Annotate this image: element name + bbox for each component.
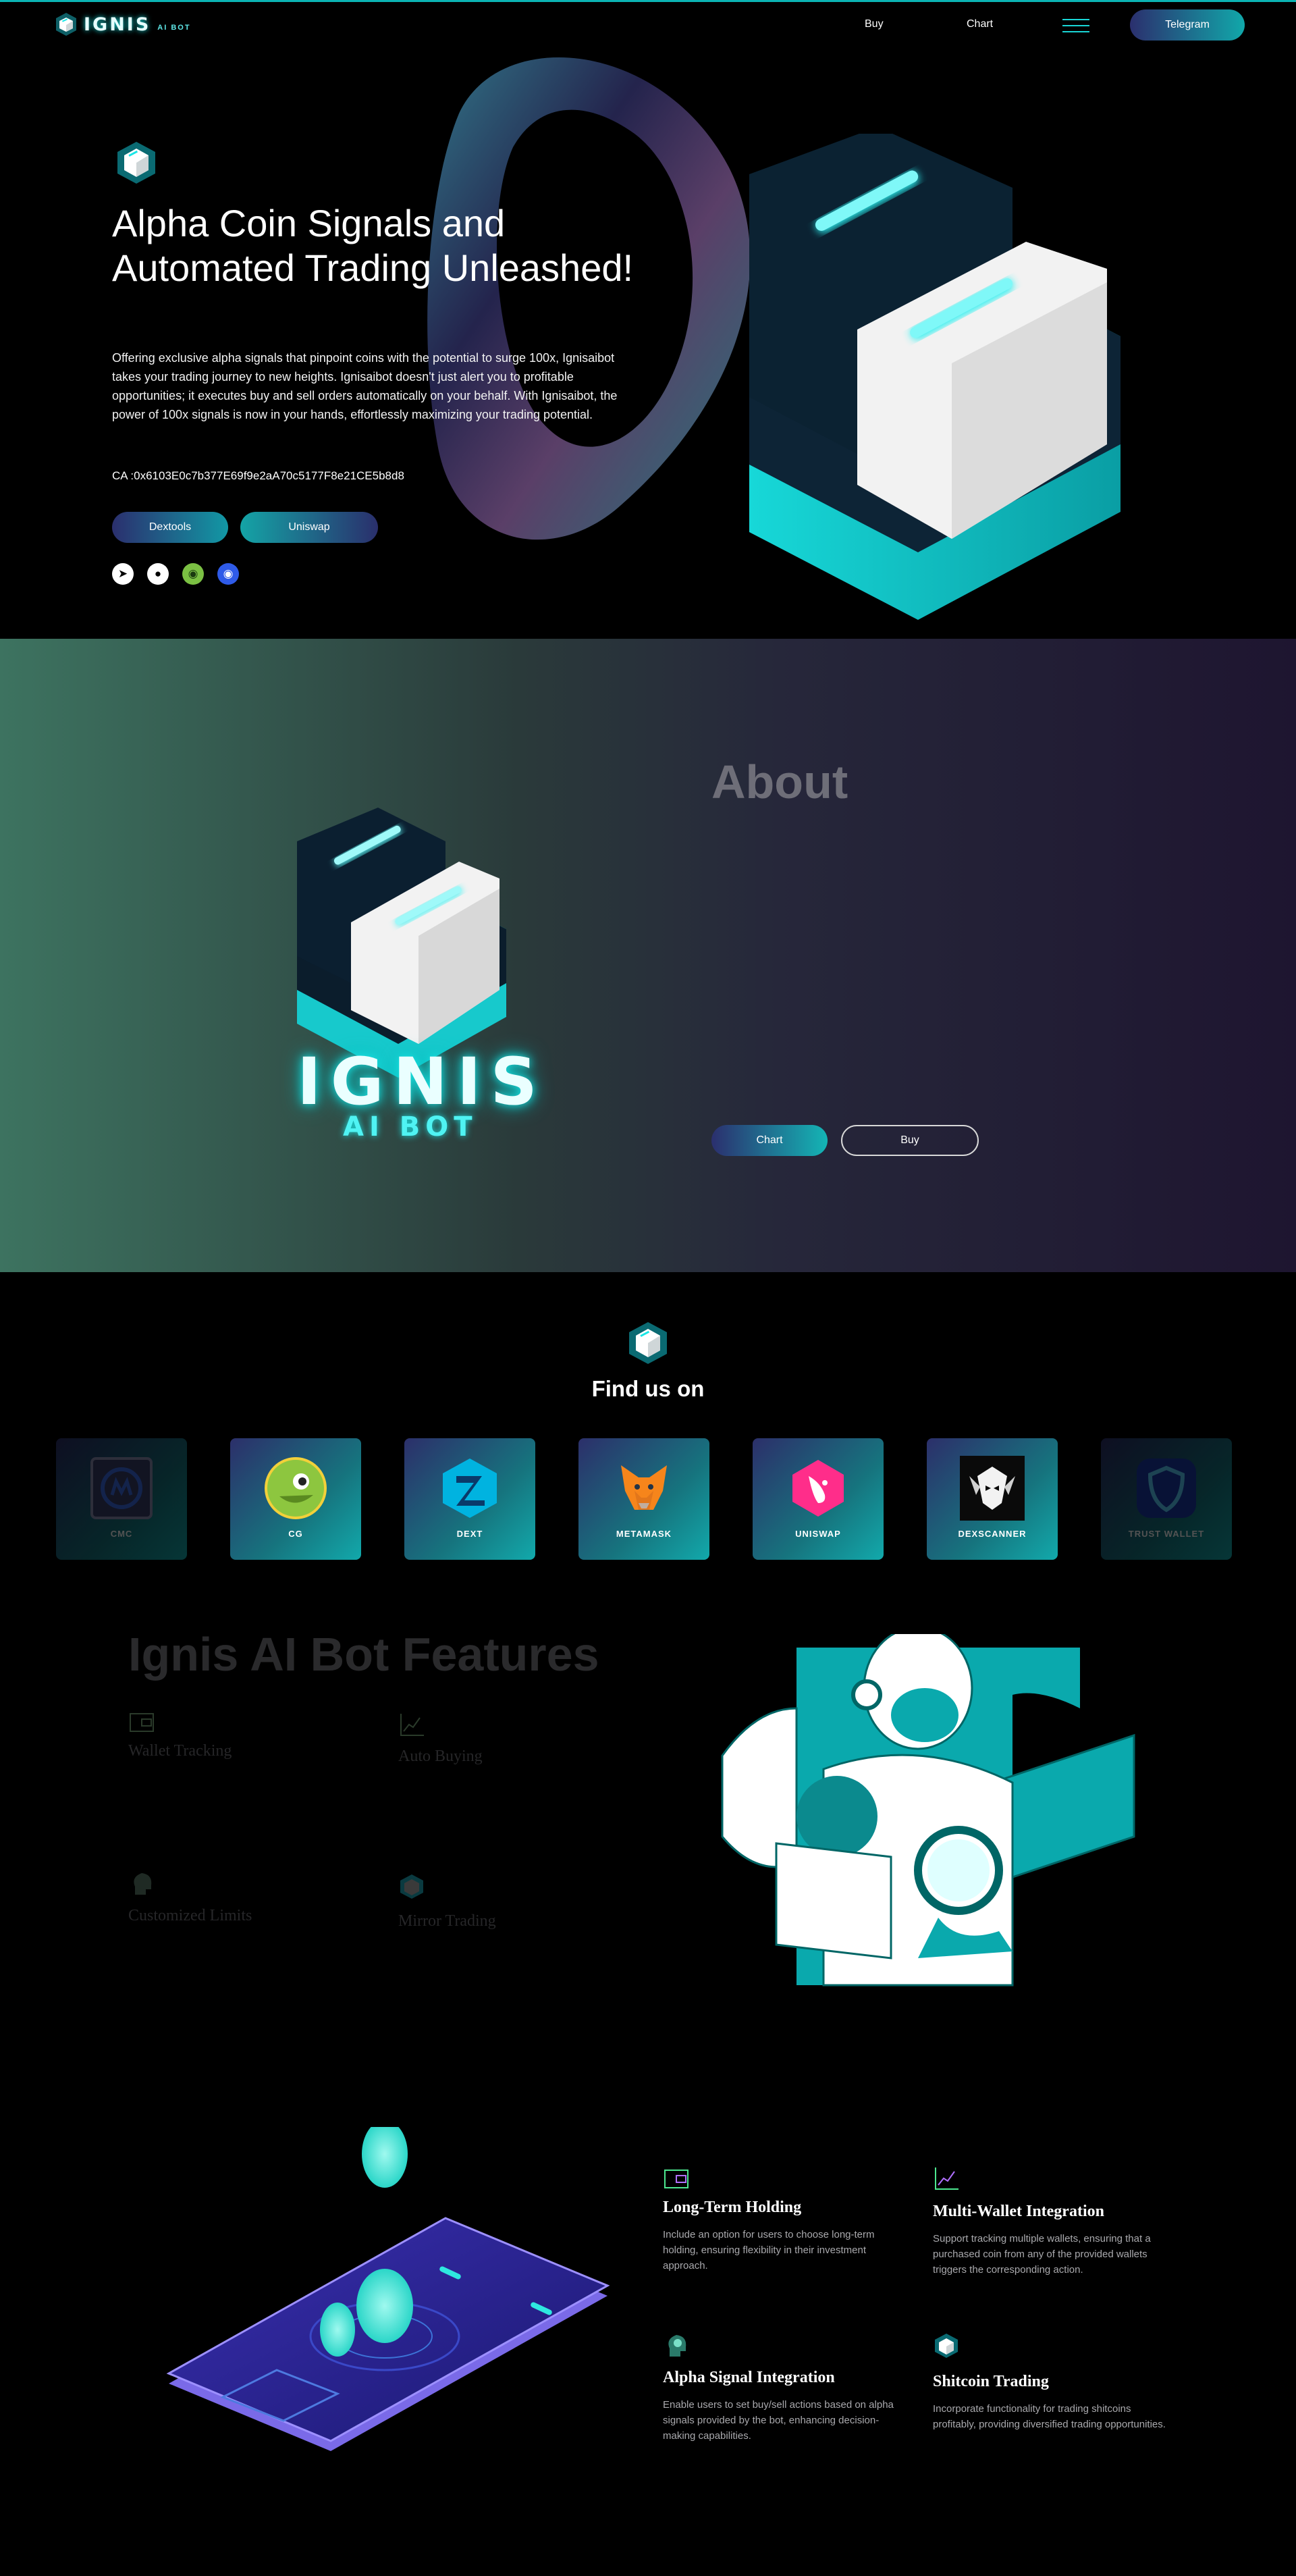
card-label: UNISWAP — [795, 1529, 841, 1539]
platform-cards: CMC CG DEXT METAMASK UNISWAP DEXSCANNER — [56, 1438, 1232, 1560]
feature-title: Multi-Wallet Integration — [933, 2203, 1104, 2220]
coingecko-icon — [263, 1456, 328, 1521]
brand-name: IGNIS — [84, 14, 151, 35]
top-nav: IGNIS AI BOT Buy Chart Telegram — [0, 0, 1296, 46]
cube-logo-icon — [117, 142, 155, 184]
about-chart-button[interactable]: Chart — [711, 1125, 828, 1156]
twitter-icon[interactable]: ● — [147, 563, 169, 585]
find-us-title: Find us on — [591, 1376, 705, 1401]
card-label: DEXSCANNER — [958, 1529, 1027, 1539]
platform-card-cg[interactable]: CG — [230, 1438, 361, 1560]
card-label: METAMASK — [616, 1529, 672, 1539]
coinmarketcap-icon — [89, 1456, 154, 1521]
robot-illustration — [721, 1634, 1135, 1987]
telegram-button[interactable]: Telegram — [1130, 9, 1245, 41]
ai-head-icon — [668, 2335, 686, 2357]
platform-card-uniswap[interactable]: UNISWAP — [753, 1438, 884, 1560]
menu-icon[interactable] — [1062, 19, 1089, 32]
feature-item: Auto Buying — [398, 1747, 483, 1765]
feature-title: Long-Term Holding — [663, 2199, 802, 2216]
card-label: CMC — [110, 1529, 133, 1539]
feature-item: Customized Limits — [128, 1907, 252, 1924]
about-buy-button[interactable]: Buy — [841, 1125, 979, 1156]
chart-trend-icon — [400, 1714, 424, 1736]
card-label: TRUST WALLET — [1128, 1529, 1205, 1539]
platform-card-trust-wallet[interactable]: TRUST WALLET — [1101, 1438, 1232, 1560]
trust-wallet-icon — [1134, 1456, 1199, 1521]
dextools-button[interactable]: Dextools — [112, 512, 228, 543]
hero-description: Offering exclusive alpha signals that pi… — [112, 351, 618, 421]
contract-address[interactable]: CA :0x6103E0c7b377E69f9e2aA70c5177F8e21C… — [112, 469, 404, 483]
card-label: CG — [288, 1529, 303, 1539]
cube-logo-icon — [629, 1322, 667, 1364]
feature-item: Mirror Trading — [398, 1912, 496, 1930]
platform-card-dexscanner[interactable]: DEXSCANNER — [927, 1438, 1058, 1560]
wallet-icon — [130, 1713, 154, 1732]
uniswap-button[interactable]: Uniswap — [240, 512, 378, 543]
metamask-icon — [612, 1456, 676, 1521]
about-logo-wordmark: IGNIS — [297, 1044, 547, 1120]
feature-text: Include an option for users to choose lo… — [663, 2229, 875, 2271]
social-links: ➤ ● ◉ ◉ — [112, 563, 239, 585]
hero-title: Alpha Coin Signals and Automated Trading… — [112, 202, 634, 289]
brand-subtitle: AI BOT — [157, 24, 191, 32]
dexscreener-icon — [960, 1456, 1025, 1521]
about-logo-subtitle: AI BOT — [343, 1111, 478, 1142]
brand-logo[interactable]: IGNIS AI BOT — [55, 12, 191, 36]
features-title: Ignis AI Bot Features — [128, 1628, 599, 1681]
feature-item: Wallet Tracking — [128, 1742, 232, 1760]
telegram-icon[interactable]: ➤ — [112, 563, 134, 585]
hero-section: Alpha Coin Signals and Automated Trading… — [0, 46, 1296, 639]
coingecko-icon[interactable]: ◉ — [217, 563, 239, 585]
chart-trend-icon — [935, 2167, 959, 2190]
platform-card-dext[interactable]: DEXT — [404, 1438, 535, 1560]
card-label: DEXT — [456, 1529, 483, 1539]
cube-logo-icon — [400, 1874, 423, 1899]
feature-text: Enable users to set buy/sell actions bas… — [663, 2399, 894, 2442]
about-section: IGNIS AI BOT About — [0, 639, 1296, 1272]
uniswap-icon — [786, 1456, 850, 1521]
platform-card-cmc[interactable]: CMC — [56, 1438, 187, 1560]
feature-title: Alpha Signal Integration — [663, 2369, 835, 2386]
phone-coins-illustration — [166, 2127, 610, 2451]
feature-title: Shitcoin Trading — [933, 2373, 1049, 2390]
feature-text: Incorporate functionality for trading sh… — [933, 2403, 1166, 2430]
cube-logo-icon — [935, 2334, 958, 2358]
dextools-icon[interactable]: ◉ — [182, 563, 204, 585]
ai-bot-box-art — [749, 134, 1120, 620]
nav-chart-link[interactable]: Chart — [967, 18, 993, 30]
ai-head-icon — [134, 1873, 152, 1895]
about-title: About — [711, 756, 848, 808]
platform-card-metamask[interactable]: METAMASK — [578, 1438, 709, 1560]
nav-buy-link[interactable]: Buy — [865, 18, 884, 30]
wallet-icon — [664, 2170, 688, 2188]
feature-text: Support tracking multiple wallets, ensur… — [933, 2233, 1151, 2276]
cube-logo-icon — [56, 13, 76, 36]
dextools-icon — [437, 1456, 502, 1521]
